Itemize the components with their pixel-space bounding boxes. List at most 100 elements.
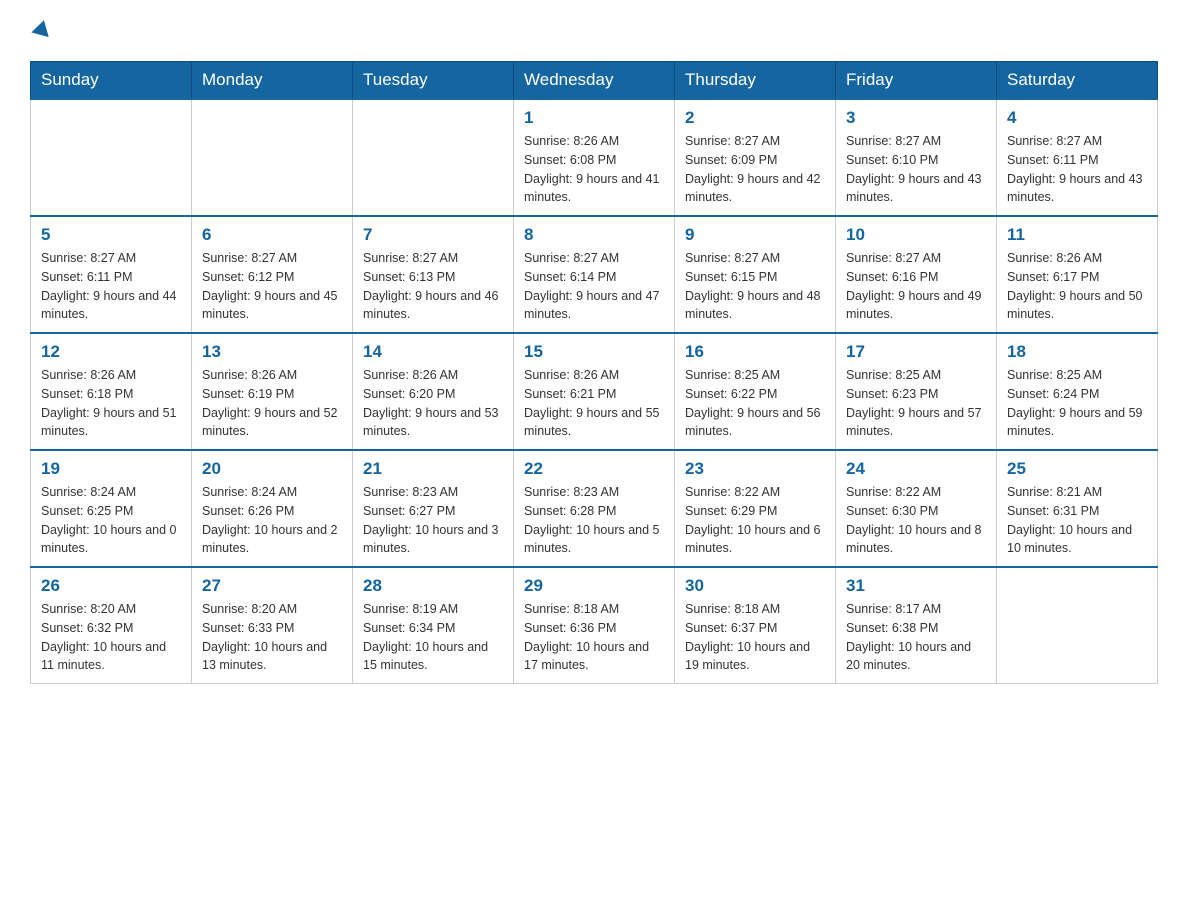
day-number: 30	[685, 576, 825, 596]
day-number: 5	[41, 225, 181, 245]
day-number: 24	[846, 459, 986, 479]
day-info: Sunrise: 8:19 AMSunset: 6:34 PMDaylight:…	[363, 600, 503, 675]
day-info: Sunrise: 8:27 AMSunset: 6:12 PMDaylight:…	[202, 249, 342, 324]
day-cell-10: 10 Sunrise: 8:27 AMSunset: 6:16 PMDayligh…	[836, 216, 997, 333]
day-number: 20	[202, 459, 342, 479]
day-info: Sunrise: 8:24 AMSunset: 6:25 PMDaylight:…	[41, 483, 181, 558]
day-number: 28	[363, 576, 503, 596]
week-row-1: 1 Sunrise: 8:26 AMSunset: 6:08 PMDaylight…	[31, 99, 1158, 216]
calendar-body: 1 Sunrise: 8:26 AMSunset: 6:08 PMDaylight…	[31, 99, 1158, 684]
day-number: 12	[41, 342, 181, 362]
day-number: 3	[846, 108, 986, 128]
day-info: Sunrise: 8:26 AMSunset: 6:17 PMDaylight:…	[1007, 249, 1147, 324]
day-cell-7: 7 Sunrise: 8:27 AMSunset: 6:13 PMDaylight…	[353, 216, 514, 333]
day-cell-25: 25 Sunrise: 8:21 AMSunset: 6:31 PMDayligh…	[997, 450, 1158, 567]
day-number: 31	[846, 576, 986, 596]
day-cell-13: 13 Sunrise: 8:26 AMSunset: 6:19 PMDayligh…	[192, 333, 353, 450]
day-number: 10	[846, 225, 986, 245]
header-day-monday: Monday	[192, 62, 353, 100]
day-number: 8	[524, 225, 664, 245]
day-number: 1	[524, 108, 664, 128]
day-number: 15	[524, 342, 664, 362]
day-info: Sunrise: 8:27 AMSunset: 6:16 PMDaylight:…	[846, 249, 986, 324]
day-cell-14: 14 Sunrise: 8:26 AMSunset: 6:20 PMDayligh…	[353, 333, 514, 450]
day-number: 7	[363, 225, 503, 245]
day-cell-6: 6 Sunrise: 8:27 AMSunset: 6:12 PMDaylight…	[192, 216, 353, 333]
header-day-tuesday: Tuesday	[353, 62, 514, 100]
day-info: Sunrise: 8:26 AMSunset: 6:18 PMDaylight:…	[41, 366, 181, 441]
day-cell-1: 1 Sunrise: 8:26 AMSunset: 6:08 PMDaylight…	[514, 99, 675, 216]
header-day-friday: Friday	[836, 62, 997, 100]
day-info: Sunrise: 8:20 AMSunset: 6:32 PMDaylight:…	[41, 600, 181, 675]
day-info: Sunrise: 8:22 AMSunset: 6:30 PMDaylight:…	[846, 483, 986, 558]
day-cell-28: 28 Sunrise: 8:19 AMSunset: 6:34 PMDayligh…	[353, 567, 514, 684]
day-info: Sunrise: 8:26 AMSunset: 6:19 PMDaylight:…	[202, 366, 342, 441]
day-cell-12: 12 Sunrise: 8:26 AMSunset: 6:18 PMDayligh…	[31, 333, 192, 450]
day-number: 29	[524, 576, 664, 596]
day-cell-27: 27Sunrise: 8:20 AMSunset: 6:33 PMDayligh…	[192, 567, 353, 684]
day-cell-24: 24 Sunrise: 8:22 AMSunset: 6:30 PMDayligh…	[836, 450, 997, 567]
calendar-table: SundayMondayTuesdayWednesdayThursdayFrid…	[30, 61, 1158, 684]
day-info: Sunrise: 8:27 AMSunset: 6:11 PMDaylight:…	[1007, 132, 1147, 207]
day-cell-18: 18Sunrise: 8:25 AMSunset: 6:24 PMDayligh…	[997, 333, 1158, 450]
day-info: Sunrise: 8:18 AMSunset: 6:36 PMDaylight:…	[524, 600, 664, 675]
day-cell-21: 21 Sunrise: 8:23 AMSunset: 6:27 PMDayligh…	[353, 450, 514, 567]
day-number: 6	[202, 225, 342, 245]
day-number: 2	[685, 108, 825, 128]
day-number: 17	[846, 342, 986, 362]
day-info: Sunrise: 8:25 AMSunset: 6:22 PMDaylight:…	[685, 366, 825, 441]
day-cell-8: 8 Sunrise: 8:27 AMSunset: 6:14 PMDaylight…	[514, 216, 675, 333]
day-info: Sunrise: 8:24 AMSunset: 6:26 PMDaylight:…	[202, 483, 342, 558]
header-row: SundayMondayTuesdayWednesdayThursdayFrid…	[31, 62, 1158, 100]
day-info: Sunrise: 8:26 AMSunset: 6:20 PMDaylight:…	[363, 366, 503, 441]
day-number: 14	[363, 342, 503, 362]
page-header	[30, 20, 1158, 41]
day-cell-19: 19 Sunrise: 8:24 AMSunset: 6:25 PMDayligh…	[31, 450, 192, 567]
day-cell-22: 22 Sunrise: 8:23 AMSunset: 6:28 PMDayligh…	[514, 450, 675, 567]
day-cell-30: 30Sunrise: 8:18 AMSunset: 6:37 PMDayligh…	[675, 567, 836, 684]
day-number: 19	[41, 459, 181, 479]
day-cell-31: 31 Sunrise: 8:17 AMSunset: 6:38 PMDayligh…	[836, 567, 997, 684]
day-number: 26	[41, 576, 181, 596]
day-number: 11	[1007, 225, 1147, 245]
day-cell-3: 3Sunrise: 8:27 AMSunset: 6:10 PMDaylight…	[836, 99, 997, 216]
day-info: Sunrise: 8:21 AMSunset: 6:31 PMDaylight:…	[1007, 483, 1147, 558]
day-info: Sunrise: 8:27 AMSunset: 6:13 PMDaylight:…	[363, 249, 503, 324]
day-info: Sunrise: 8:17 AMSunset: 6:38 PMDaylight:…	[846, 600, 986, 675]
day-info: Sunrise: 8:26 AMSunset: 6:08 PMDaylight:…	[524, 132, 664, 207]
day-cell-11: 11 Sunrise: 8:26 AMSunset: 6:17 PMDayligh…	[997, 216, 1158, 333]
day-cell-9: 9Sunrise: 8:27 AMSunset: 6:15 PMDaylight…	[675, 216, 836, 333]
day-cell-23: 23Sunrise: 8:22 AMSunset: 6:29 PMDayligh…	[675, 450, 836, 567]
day-number: 21	[363, 459, 503, 479]
day-number: 4	[1007, 108, 1147, 128]
week-row-5: 26 Sunrise: 8:20 AMSunset: 6:32 PMDayligh…	[31, 567, 1158, 684]
week-row-2: 5Sunrise: 8:27 AMSunset: 6:11 PMDaylight…	[31, 216, 1158, 333]
header-day-saturday: Saturday	[997, 62, 1158, 100]
day-info: Sunrise: 8:27 AMSunset: 6:14 PMDaylight:…	[524, 249, 664, 324]
day-cell-17: 17 Sunrise: 8:25 AMSunset: 6:23 PMDayligh…	[836, 333, 997, 450]
day-cell-20: 20 Sunrise: 8:24 AMSunset: 6:26 PMDayligh…	[192, 450, 353, 567]
day-cell-2: 2 Sunrise: 8:27 AMSunset: 6:09 PMDaylight…	[675, 99, 836, 216]
calendar-header: SundayMondayTuesdayWednesdayThursdayFrid…	[31, 62, 1158, 100]
empty-cell	[192, 99, 353, 216]
day-number: 13	[202, 342, 342, 362]
logo	[30, 20, 51, 41]
day-cell-16: 16 Sunrise: 8:25 AMSunset: 6:22 PMDayligh…	[675, 333, 836, 450]
day-cell-26: 26 Sunrise: 8:20 AMSunset: 6:32 PMDayligh…	[31, 567, 192, 684]
day-cell-5: 5Sunrise: 8:27 AMSunset: 6:11 PMDaylight…	[31, 216, 192, 333]
day-number: 25	[1007, 459, 1147, 479]
empty-cell	[31, 99, 192, 216]
day-cell-29: 29 Sunrise: 8:18 AMSunset: 6:36 PMDayligh…	[514, 567, 675, 684]
day-info: Sunrise: 8:22 AMSunset: 6:29 PMDaylight:…	[685, 483, 825, 558]
day-number: 16	[685, 342, 825, 362]
day-info: Sunrise: 8:23 AMSunset: 6:27 PMDaylight:…	[363, 483, 503, 558]
day-info: Sunrise: 8:23 AMSunset: 6:28 PMDaylight:…	[524, 483, 664, 558]
empty-cell	[997, 567, 1158, 684]
day-number: 18	[1007, 342, 1147, 362]
day-info: Sunrise: 8:25 AMSunset: 6:23 PMDaylight:…	[846, 366, 986, 441]
day-number: 22	[524, 459, 664, 479]
week-row-4: 19 Sunrise: 8:24 AMSunset: 6:25 PMDayligh…	[31, 450, 1158, 567]
day-cell-15: 15 Sunrise: 8:26 AMSunset: 6:21 PMDayligh…	[514, 333, 675, 450]
day-info: Sunrise: 8:26 AMSunset: 6:21 PMDaylight:…	[524, 366, 664, 441]
day-info: Sunrise: 8:27 AMSunset: 6:09 PMDaylight:…	[685, 132, 825, 207]
